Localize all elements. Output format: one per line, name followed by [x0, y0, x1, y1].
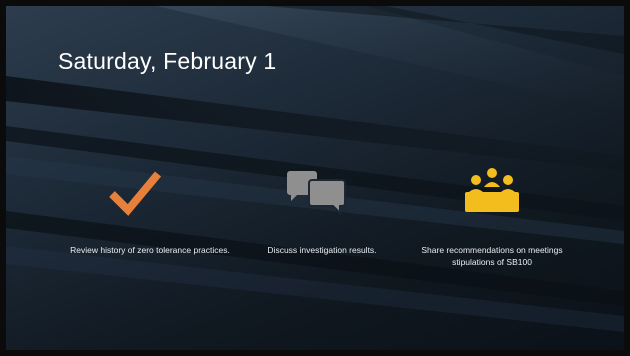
slide: Saturday, February 1 Review history of z…	[6, 6, 624, 350]
window-frame: Saturday, February 1 Review history of z…	[0, 0, 630, 356]
agenda-item-caption: Review history of zero tolerance practic…	[70, 245, 230, 255]
speech-bubbles-icon	[287, 171, 346, 216]
agenda-item-caption: Discuss investigation results.	[267, 245, 377, 255]
slide-title: Saturday, February 1	[58, 48, 277, 74]
checkmark-icon	[109, 171, 162, 216]
agenda-item-caption: Share recommendations on meetings stipul…	[421, 245, 563, 267]
meeting-group-icon	[465, 168, 519, 212]
